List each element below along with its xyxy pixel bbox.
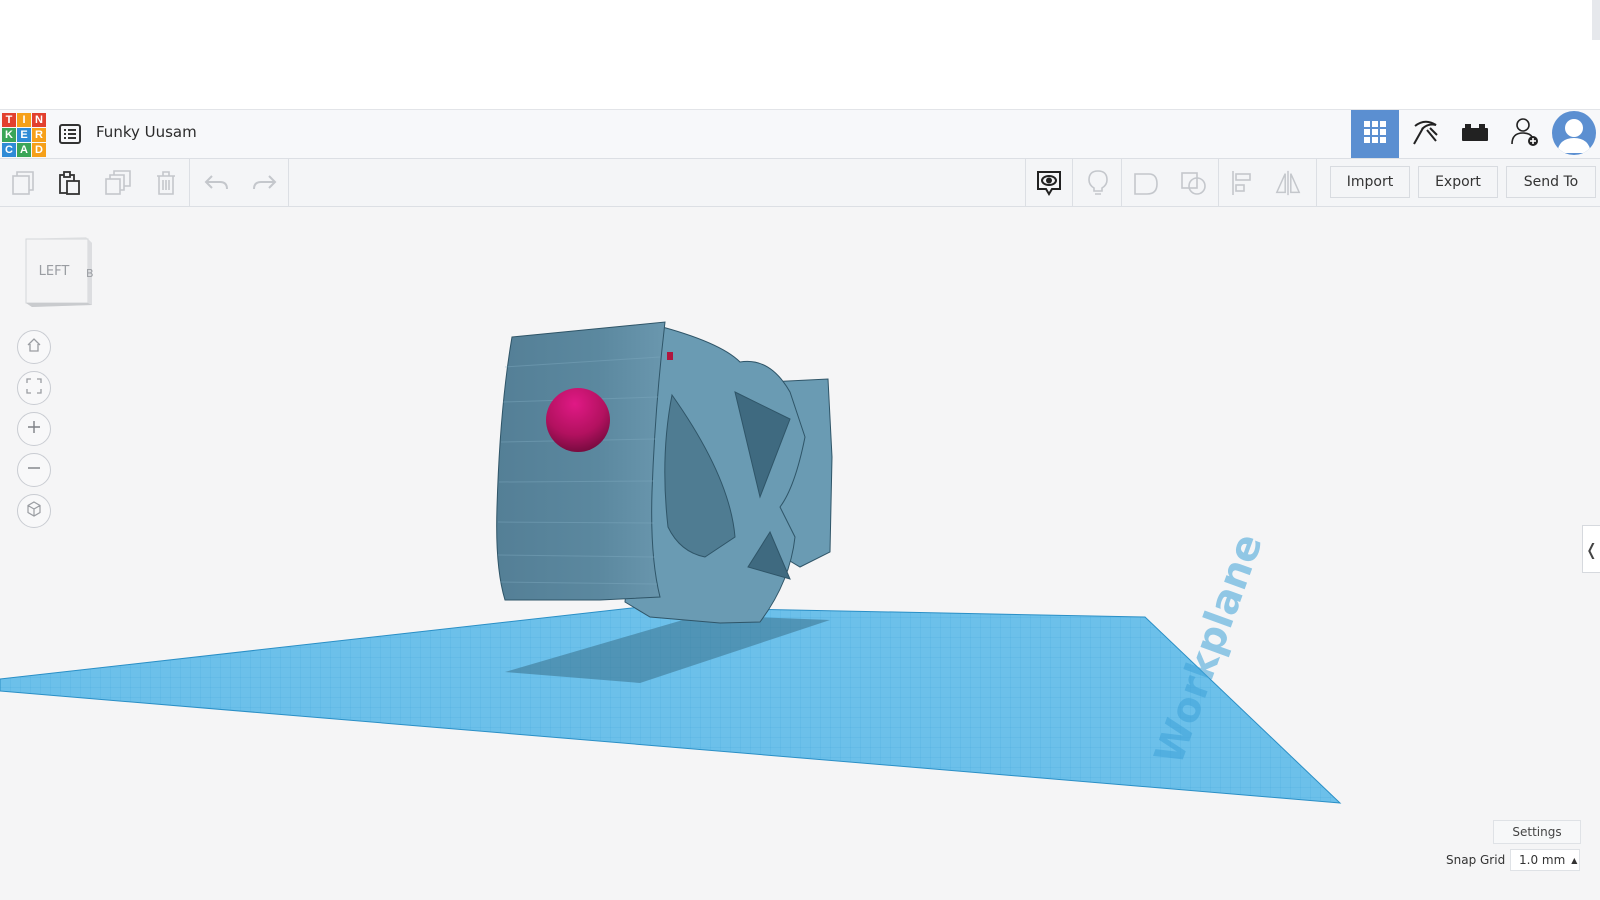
3d-viewport[interactable]: Workplane LEFT B ❬ Settings Snap Grid 1.… — [0, 207, 1600, 900]
logo-letter: N — [32, 113, 46, 127]
logo-letter: R — [32, 128, 46, 142]
toolbar-divider — [1072, 159, 1073, 206]
logo-letter: K — [2, 128, 16, 142]
logo-letter: D — [32, 143, 46, 157]
delete-icon[interactable] — [152, 169, 180, 197]
chevron-left-icon: ❬ — [1584, 539, 1599, 559]
home-view-icon — [26, 337, 42, 357]
pickaxe-icon — [1410, 117, 1440, 151]
toolbar-divider — [288, 159, 289, 206]
invite-user-button[interactable] — [1501, 110, 1549, 158]
add-user-icon — [1510, 116, 1540, 152]
bricks-icon — [1461, 121, 1489, 147]
app-header: T I N K E R C A D Funky Uusam — [0, 109, 1600, 159]
settings-button[interactable]: Settings — [1493, 820, 1581, 844]
tinkercad-logo[interactable]: T I N K E R C A D — [2, 113, 46, 157]
toolbar-divider — [1218, 159, 1219, 206]
zoom-out-button[interactable] — [17, 453, 51, 487]
bricks-mode-button[interactable] — [1451, 110, 1499, 158]
document-title[interactable]: Funky Uusam — [96, 123, 197, 141]
logo-letter: T — [2, 113, 16, 127]
collapse-panel-button[interactable]: ❬ — [1582, 525, 1600, 573]
red-marker — [667, 352, 673, 360]
view-cube[interactable]: LEFT BACK — [24, 237, 94, 309]
undo-icon[interactable] — [203, 169, 231, 197]
projects-list-icon[interactable] — [58, 122, 82, 146]
perspective-button[interactable] — [17, 494, 51, 528]
align-icon[interactable] — [1228, 169, 1256, 197]
magenta-sphere[interactable] — [546, 388, 610, 452]
view-cube-side-label: BACK — [86, 267, 96, 280]
zoom-in-icon — [26, 419, 42, 439]
view-cube-left-label: LEFT — [39, 264, 70, 279]
notes-visibility-icon[interactable] — [1035, 169, 1063, 197]
group-icon[interactable] — [1132, 169, 1160, 197]
copy-icon[interactable] — [10, 169, 38, 197]
perspective-icon — [26, 501, 42, 521]
fit-view-icon — [26, 378, 42, 398]
import-button[interactable]: Import — [1330, 166, 1410, 198]
toolbar-divider — [1025, 159, 1026, 206]
export-button[interactable]: Export — [1418, 166, 1498, 198]
ungroup-icon[interactable] — [1180, 169, 1208, 197]
toolbar-divider — [1121, 159, 1122, 206]
browser-blank-area — [0, 0, 1600, 109]
blocks-mode-button[interactable] — [1401, 110, 1449, 158]
toolbar-divider — [189, 159, 190, 206]
logo-letter: A — [17, 143, 31, 157]
paste-icon[interactable] — [56, 169, 84, 197]
3d-model[interactable] — [496, 321, 833, 624]
home-view-button[interactable] — [17, 330, 51, 364]
mirror-icon[interactable] — [1274, 169, 1302, 197]
zoom-out-icon — [26, 460, 42, 480]
edit-toolbar: Import Export Send To — [0, 159, 1600, 207]
send-to-button[interactable]: Send To — [1506, 166, 1596, 198]
snap-grid-label: Snap Grid — [1446, 853, 1506, 867]
redo-icon[interactable] — [250, 169, 278, 197]
toolbar-divider — [1316, 159, 1317, 206]
user-avatar-icon[interactable] — [1552, 111, 1596, 155]
fit-view-button[interactable] — [17, 371, 51, 405]
snap-grid-value: 1.0 mm — [1519, 853, 1566, 867]
3d-design-mode-button[interactable] — [1351, 110, 1399, 158]
snap-grid-select[interactable]: 1.0 mm ▲ — [1510, 849, 1580, 871]
lightbulb-icon[interactable] — [1084, 169, 1112, 197]
logo-letter: E — [17, 128, 31, 142]
zoom-in-button[interactable] — [17, 412, 51, 446]
logo-letter: I — [17, 113, 31, 127]
grid-3d-icon — [1363, 120, 1387, 148]
logo-letter: C — [2, 143, 16, 157]
duplicate-icon[interactable] — [104, 169, 132, 197]
page-scrollbar[interactable] — [1592, 0, 1600, 40]
caret-up-icon: ▲ — [1571, 855, 1578, 865]
